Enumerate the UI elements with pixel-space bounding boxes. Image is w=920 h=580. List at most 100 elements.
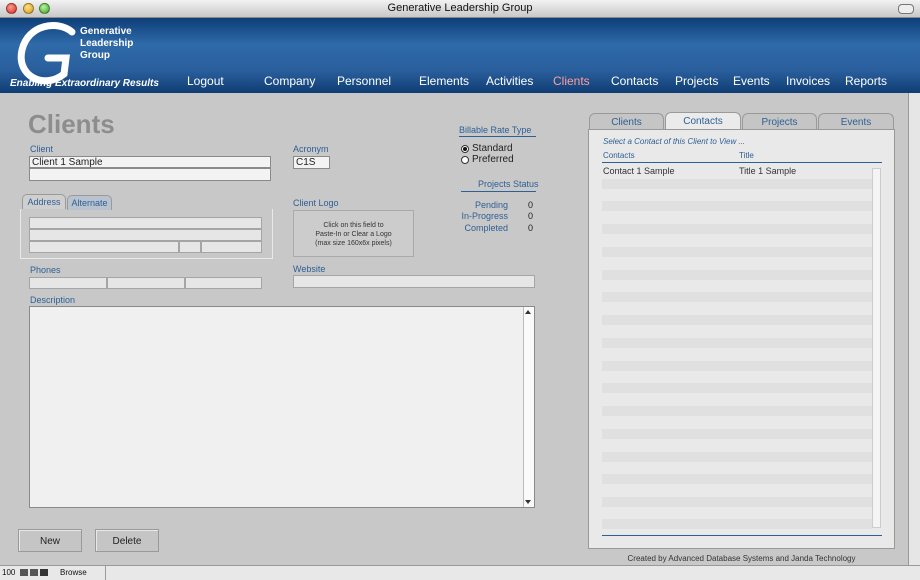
status-bar: 100 Browse: [0, 565, 920, 580]
phones-label: Phones: [30, 265, 61, 275]
title-cell: Title 1 Sample: [739, 166, 797, 176]
table-row[interactable]: [602, 429, 872, 439]
window-title: Generative Leadership Group: [387, 2, 533, 14]
rate-preferred-label: Preferred: [472, 154, 514, 165]
divider: [461, 191, 536, 192]
contact-cell: Contact 1 Sample: [603, 166, 675, 176]
nav-logout[interactable]: Logout: [187, 74, 224, 88]
website-field[interactable]: [293, 275, 535, 288]
nav-personnel[interactable]: Personnel: [337, 74, 391, 88]
mode-indicator: Browse: [60, 568, 87, 577]
table-row[interactable]: [602, 315, 872, 325]
table-row[interactable]: [602, 383, 872, 393]
toolbar-toggle-icon[interactable]: [898, 4, 914, 14]
phone-2-field[interactable]: [107, 277, 185, 289]
client-logo-container[interactable]: Click on this field to Paste-In or Clear…: [293, 210, 414, 257]
zoom-out-icon[interactable]: [20, 569, 28, 576]
column-header-contacts: Contacts: [603, 151, 635, 160]
nav-projects[interactable]: Projects: [675, 74, 718, 88]
table-row[interactable]: [602, 452, 872, 462]
page-title: Clients: [28, 109, 115, 139]
nav-events[interactable]: Events: [733, 74, 770, 88]
status-completed-label: Completed: [464, 223, 508, 233]
nav-activities[interactable]: Activities: [486, 74, 533, 88]
credit-text: Created by Advanced Database Systems and…: [627, 554, 856, 563]
table-row[interactable]: [602, 270, 872, 280]
nav-contacts[interactable]: Contacts: [611, 74, 658, 88]
table-row[interactable]: [602, 406, 872, 416]
zoom-level[interactable]: 100: [2, 568, 15, 577]
address-line-2-field[interactable]: [29, 229, 262, 241]
table-row[interactable]: [602, 497, 872, 507]
scroll-down-icon[interactable]: [525, 500, 531, 504]
table-row[interactable]: [602, 292, 872, 302]
logo-hint-line: Click on this field to: [323, 222, 384, 229]
status-pending-label: Pending: [474, 200, 508, 210]
phone-1-field[interactable]: [29, 277, 107, 289]
client-name-field[interactable]: Client 1 Sample: [29, 156, 271, 168]
nav-invoices[interactable]: Invoices: [786, 74, 830, 88]
status-inprogress-value: 0: [528, 211, 534, 221]
tab-alternate[interactable]: Alternate: [67, 195, 112, 210]
city-field[interactable]: [29, 241, 179, 253]
logo-hint-line: (max size 160x6x pixels): [315, 240, 392, 247]
nav-reports[interactable]: Reports: [845, 74, 887, 88]
table-row[interactable]: [602, 247, 872, 257]
zip-field[interactable]: [201, 241, 262, 253]
new-button[interactable]: New: [18, 529, 82, 552]
state-field[interactable]: [179, 241, 201, 253]
acronym-field[interactable]: C1S: [293, 156, 330, 169]
divider: [602, 162, 882, 163]
table-row[interactable]: [602, 179, 872, 189]
divider: [602, 535, 882, 536]
table-row[interactable]: [602, 224, 872, 234]
tab-address[interactable]: Address: [22, 194, 66, 209]
status-completed-value: 0: [528, 223, 534, 233]
window-titlebar: Generative Leadership Group: [0, 0, 920, 18]
status-pending-value: 0: [528, 200, 534, 210]
table-row[interactable]: Contact 1 Sample Title 1 Sample: [602, 166, 872, 176]
nav-elements[interactable]: Elements: [419, 74, 469, 88]
table-row[interactable]: [602, 201, 872, 211]
logo-line: Generative: [80, 26, 132, 37]
acronym-label: Acronym: [293, 144, 329, 154]
client-name-extra-field[interactable]: [29, 168, 271, 181]
tagline: Enabling Extraordinary Results: [10, 78, 159, 89]
phone-3-field[interactable]: [185, 277, 262, 289]
projects-status-label: Projects Status: [478, 179, 539, 189]
status-inprogress-label: In-Progress: [461, 211, 508, 221]
contacts-hint: Select a Contact of this Client to View …: [603, 137, 746, 146]
table-row[interactable]: [602, 519, 872, 529]
website-label: Website: [293, 264, 326, 274]
rate-standard-label: Standard: [472, 143, 513, 154]
divider: [459, 136, 536, 137]
client-label: Client: [30, 144, 54, 154]
logo-line: Leadership: [80, 38, 134, 49]
contacts-list-scrollbar[interactable]: [872, 168, 881, 528]
zoom-in-icon[interactable]: [30, 569, 38, 576]
window-right-edge: [908, 93, 920, 565]
billable-rate-label: Billable Rate Type: [459, 125, 532, 135]
table-row[interactable]: [602, 474, 872, 484]
description-textarea[interactable]: [29, 306, 535, 508]
rate-preferred-radio[interactable]: [461, 156, 469, 164]
logo-hint-line: Paste-In or Clear a Logo: [315, 231, 392, 238]
nav-company[interactable]: Company: [264, 74, 315, 88]
table-row[interactable]: [602, 361, 872, 371]
description-label: Description: [30, 295, 76, 305]
rate-standard-radio[interactable]: [461, 145, 469, 153]
address-line-1-field[interactable]: [29, 217, 262, 229]
delete-button[interactable]: Delete: [95, 529, 159, 552]
column-header-title: Title: [739, 151, 754, 160]
scroll-up-icon[interactable]: [525, 310, 531, 314]
description-scrollbar[interactable]: [523, 307, 534, 507]
main-content: Clients Client Client 1 Sample Acronym C…: [0, 93, 908, 565]
app-header: Generative Leadership Group Enabling Ext…: [0, 18, 920, 93]
client-logo-label: Client Logo: [293, 198, 339, 208]
logo-line: Group: [80, 50, 110, 61]
status-divider: [105, 566, 106, 580]
table-row[interactable]: [602, 338, 872, 348]
nav-clients[interactable]: Clients: [553, 74, 590, 88]
logo-text: Generative Leadership Group: [80, 26, 133, 62]
status-toolbar-icon[interactable]: [40, 569, 48, 576]
